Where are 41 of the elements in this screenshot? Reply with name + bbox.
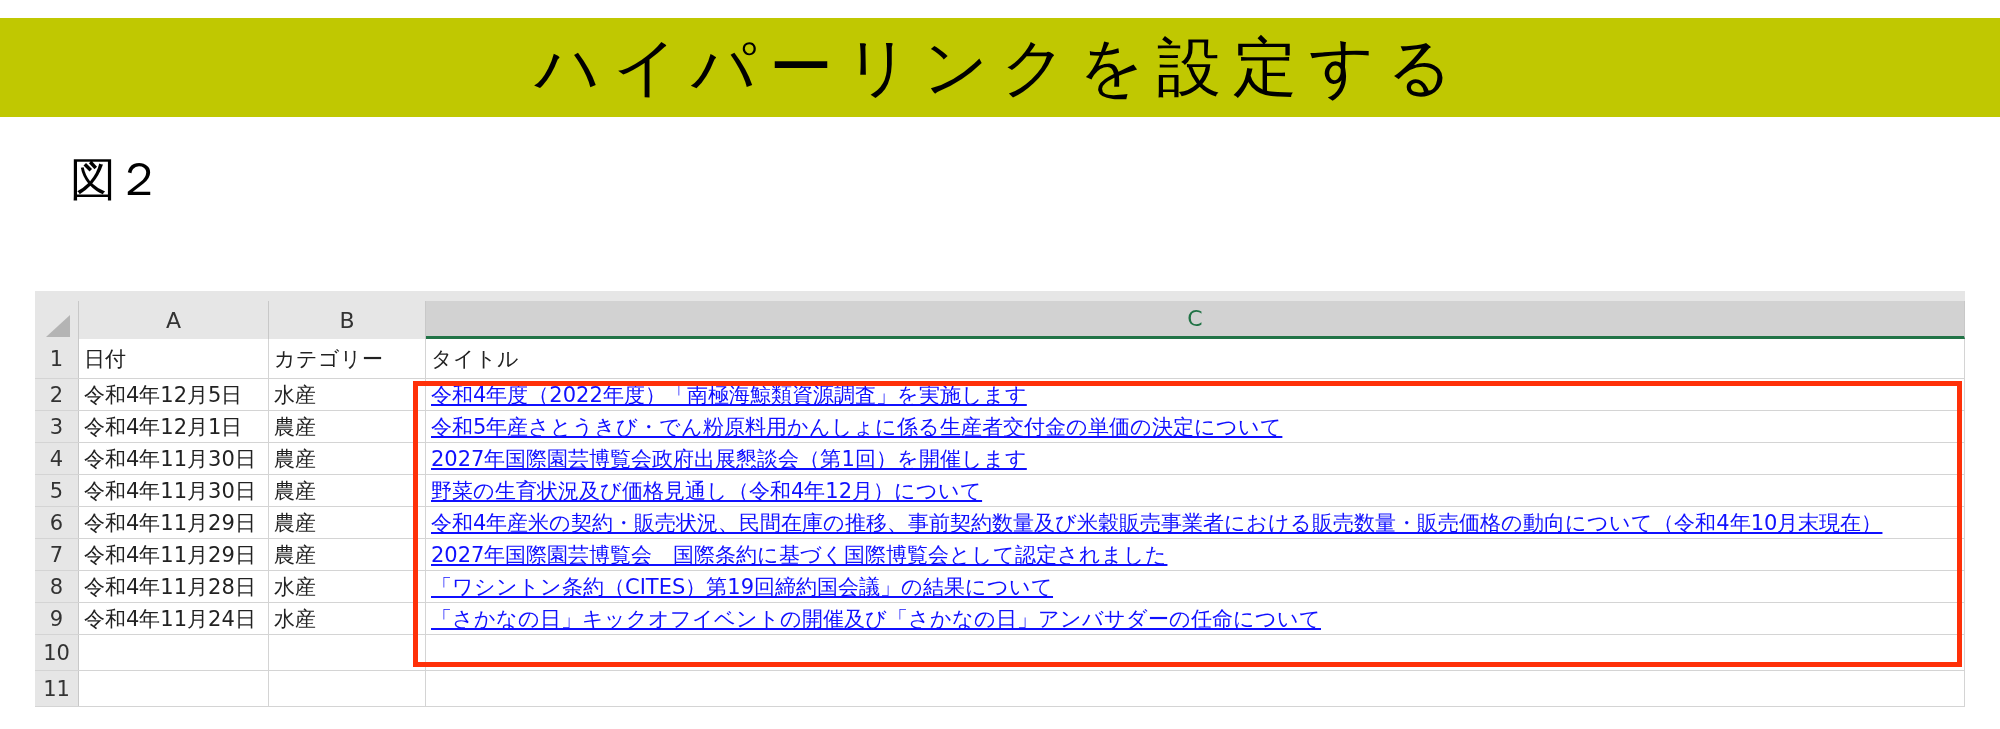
row-header[interactable]: 11 [35, 671, 79, 706]
figure-label: 図２ [70, 151, 162, 208]
cell-text: 農産 [274, 477, 316, 505]
cell-text: 令和4年12月5日 [84, 381, 243, 409]
cell-text: 令和4年12月1日 [84, 413, 243, 441]
hyperlink[interactable]: 令和5年産さとうきび・でん粉原料用かんしょに係る生産者交付金の単価の決定について [431, 412, 1283, 441]
cell-text: 令和4年11月29日 [84, 541, 256, 569]
row-header[interactable]: 10 [35, 635, 79, 670]
hyperlink[interactable]: 2027年国際園芸博覧会 国際条約に基づく国際博覧会として認定されました [431, 540, 1168, 569]
row-header[interactable]: 9 [35, 603, 79, 634]
cell-text: 農産 [274, 509, 316, 537]
row-header[interactable]: 2 [35, 379, 79, 410]
cell-text: カテゴリー [274, 345, 383, 373]
hyperlink[interactable]: 令和4年産米の契約・販売状況、民間在庫の推移、事前契約数量及び米穀販売事業者における販売数量・販売価格の動向について（令和4年10月末現在） [431, 508, 1883, 537]
cell-text: 令和4年11月30日 [84, 477, 256, 505]
column-header[interactable]: A [79, 301, 269, 339]
cell-text: 令和4年11月29日 [84, 509, 256, 537]
row-header[interactable]: 5 [35, 475, 79, 506]
row-header[interactable]: 1 [35, 339, 79, 378]
column-header[interactable]: C [426, 301, 1965, 339]
cell-text: 水産 [274, 573, 316, 601]
cell-text: 農産 [274, 413, 316, 441]
cell-text: タイトル [431, 345, 519, 373]
row-header[interactable]: 4 [35, 443, 79, 474]
cell-text: 農産 [274, 541, 316, 569]
cell-text: 日付 [84, 345, 126, 373]
hyperlink[interactable]: 「ワシントン条約（CITES）第19回締約国会議」の結果について [431, 572, 1053, 601]
cell-text: 水産 [274, 605, 316, 633]
row-header[interactable]: 6 [35, 507, 79, 538]
row-header[interactable]: 8 [35, 571, 79, 602]
row-header[interactable]: 3 [35, 411, 79, 442]
cell-text: 令和4年11月24日 [84, 605, 256, 633]
hyperlink[interactable]: 野菜の生育状況及び価格見通し（令和4年12月）について [431, 476, 983, 505]
hyperlink[interactable]: 2027年国際園芸博覧会政府出展懇談会（第1回）を開催します [431, 444, 1027, 473]
cell-text: 令和4年11月30日 [84, 445, 256, 473]
row-header[interactable]: 7 [35, 539, 79, 570]
cell-text: 令和4年11月28日 [84, 573, 256, 601]
cell-text: 農産 [274, 445, 316, 473]
hyperlink[interactable]: 「さかなの日」キックオフイベントの開催及び「さかなの日」アンバサダーの任命について [431, 604, 1321, 633]
cell-text: 水産 [274, 381, 316, 409]
banner-title: ハイパーリンクを設定する [535, 29, 1465, 106]
